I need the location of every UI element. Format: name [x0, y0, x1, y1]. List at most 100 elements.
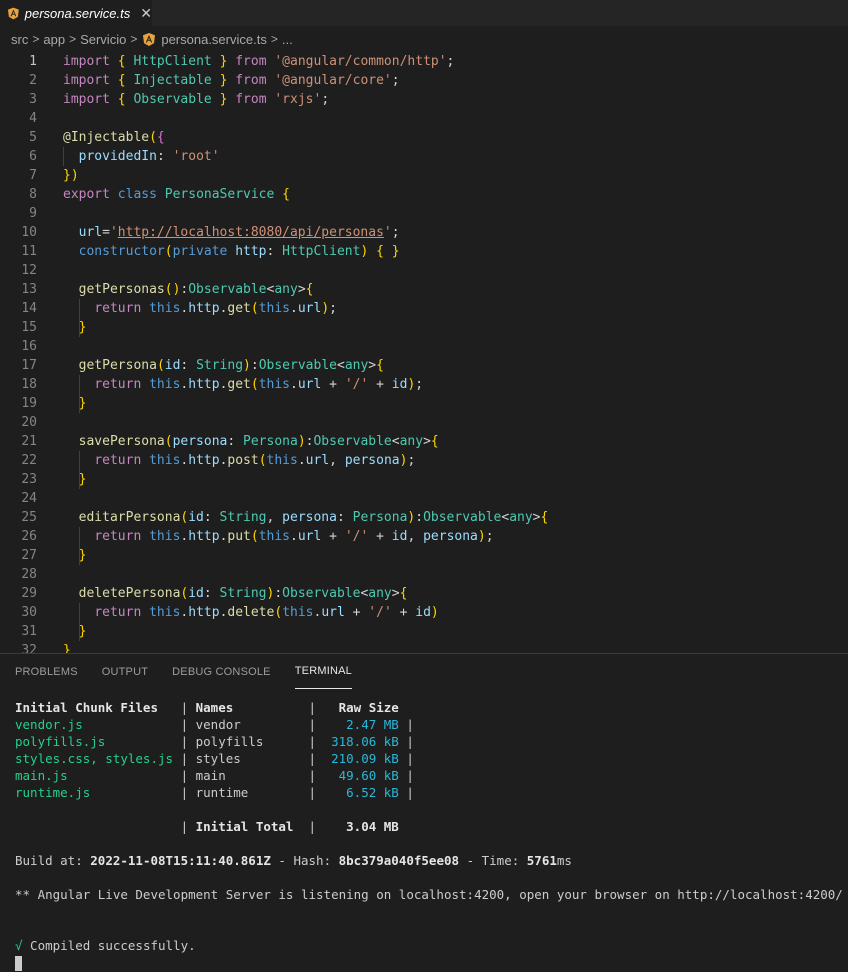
tab-persona-service[interactable]: persona.service.ts ✕	[0, 0, 152, 26]
line-text: return this.http.get(this.url);	[94, 301, 337, 316]
code-line[interactable]: 24	[0, 489, 848, 508]
code-line[interactable]: 14 return this.http.get(this.url);	[0, 299, 848, 318]
line-text: import { Injectable } from '@angular/cor…	[63, 73, 400, 88]
line-text: editarPersona(id: String, persona: Perso…	[78, 510, 549, 525]
terminal-table-header: Initial Chunk Files | Names | Raw Size	[15, 700, 399, 715]
code-line[interactable]: 4	[0, 109, 848, 128]
line-number: 31	[21, 624, 37, 639]
line-text: export class PersonaService {	[63, 187, 290, 202]
line-text: return this.http.put(this.url + '/' + id…	[94, 529, 494, 544]
terminal-table-row: polyfills.js | polyfills | 318.06 kB |	[15, 734, 414, 749]
line-text: return this.http.get(this.url + '/' + id…	[94, 377, 424, 392]
breadcrumb-item-src[interactable]: src	[11, 32, 28, 47]
line-number: 4	[29, 111, 37, 126]
breadcrumb-item-app[interactable]: app	[43, 32, 65, 47]
code-line[interactable]: 3 import { Observable } from 'rxjs';	[0, 90, 848, 109]
line-number: 14	[21, 301, 37, 316]
line-number: 20	[21, 415, 37, 430]
breadcrumb-item-servicio[interactable]: Servicio	[80, 32, 126, 47]
code-line[interactable]: 23 }	[0, 470, 848, 489]
code-line[interactable]: 21 savePersona(persona: Persona):Observa…	[0, 432, 848, 451]
terminal-server-message: ** Angular Live Development Server is li…	[15, 887, 848, 902]
terminal-build-info: Build at: 2022-11-08T15:11:40.861Z - Has…	[15, 853, 572, 868]
line-number: 18	[21, 377, 37, 392]
code-line[interactable]: 15 }	[0, 318, 848, 337]
code-line[interactable]: 11 constructor(private http: HttpClient)…	[0, 242, 848, 261]
line-text: import { Observable } from 'rxjs';	[63, 92, 330, 107]
tab-output[interactable]: OUTPUT	[102, 654, 148, 689]
line-number: 15	[21, 320, 37, 335]
code-line[interactable]: 5 @Injectable({	[0, 128, 848, 147]
code-line[interactable]: 2 import { Injectable } from '@angular/co…	[0, 71, 848, 90]
code-line[interactable]: 6 providedIn: 'root'	[0, 147, 848, 166]
line-text: getPersona(id: String):Observable<any>{	[78, 358, 384, 373]
line-text: providedIn: 'root'	[78, 149, 220, 164]
line-text: }	[78, 624, 87, 639]
code-line[interactable]: 25 editarPersona(id: String, persona: Pe…	[0, 508, 848, 527]
line-number: 3	[29, 92, 37, 107]
line-number: 24	[21, 491, 37, 506]
code-line[interactable]: 18 return this.http.get(this.url + '/' +…	[0, 375, 848, 394]
code-line[interactable]: 28	[0, 565, 848, 584]
line-text: }	[78, 396, 87, 411]
line-text: constructor(private http: HttpClient) { …	[78, 244, 400, 259]
terminal-cursor	[15, 956, 22, 971]
code-line[interactable]: 31 }	[0, 622, 848, 641]
tab-debug-console[interactable]: DEBUG CONSOLE	[172, 654, 271, 689]
line-text: savePersona(persona: Persona):Observable…	[78, 434, 439, 449]
breadcrumb-item-symbols[interactable]: ...	[282, 32, 293, 47]
code-line[interactable]: 32}	[0, 641, 848, 653]
breadcrumb: src > app > Servicio > persona.service.t…	[0, 26, 848, 52]
code-line[interactable]: 12	[0, 261, 848, 280]
chevron-right-icon: >	[69, 32, 77, 46]
bottom-panel: PROBLEMS OUTPUT DEBUG CONSOLE TERMINAL I…	[0, 653, 848, 972]
close-icon[interactable]: ✕	[140, 5, 152, 22]
line-number: 26	[21, 529, 37, 544]
terminal-total-row: | Initial Total | 3.04 MB	[15, 819, 399, 834]
chevron-right-icon: >	[32, 32, 40, 46]
code-line[interactable]: 9	[0, 204, 848, 223]
line-text: deletePersona(id: String):Observable<any…	[78, 586, 408, 601]
line-text: @Injectable({	[63, 130, 165, 145]
code-line[interactable]: 20	[0, 413, 848, 432]
code-line[interactable]: 30 return this.http.delete(this.url + '/…	[0, 603, 848, 622]
code-line[interactable]: 10 url='http://localhost:8080/api/person…	[0, 223, 848, 242]
line-number: 25	[21, 510, 37, 525]
line-number: 30	[21, 605, 37, 620]
code-line[interactable]: 8 export class PersonaService {	[0, 185, 848, 204]
code-line[interactable]: 17 getPersona(id: String):Observable<any…	[0, 356, 848, 375]
code-line[interactable]: 13 getPersonas():Observable<any>{	[0, 280, 848, 299]
line-text: getPersonas():Observable<any>{	[78, 282, 314, 297]
chevron-right-icon: >	[130, 32, 138, 46]
tab-problems[interactable]: PROBLEMS	[15, 654, 78, 689]
code-line[interactable]: 19 }	[0, 394, 848, 413]
code-line[interactable]: 27 }	[0, 546, 848, 565]
line-number: 13	[21, 282, 37, 297]
line-text: }	[78, 548, 87, 563]
line-number: 21	[21, 434, 37, 449]
code-line[interactable]: 16	[0, 337, 848, 356]
line-text: }	[78, 320, 87, 335]
line-text: import { HttpClient } from '@angular/com…	[63, 54, 455, 69]
tab-terminal[interactable]: TERMINAL	[294, 654, 352, 689]
angular-icon	[8, 7, 19, 19]
line-text: return this.http.delete(this.url + '/' +…	[94, 605, 439, 620]
code-line[interactable]: 29 deletePersona(id: String):Observable<…	[0, 584, 848, 603]
terminal-table-row: styles.css, styles.js | styles | 210.09 …	[15, 751, 414, 766]
line-number: 11	[21, 244, 37, 259]
breadcrumb-item-file[interactable]: persona.service.ts	[161, 32, 267, 47]
panel-tabs: PROBLEMS OUTPUT DEBUG CONSOLE TERMINAL	[0, 654, 848, 689]
line-number: 32	[21, 643, 37, 653]
line-number: 27	[21, 548, 37, 563]
code-line[interactable]: 7})	[0, 166, 848, 185]
code-line[interactable]: 1 import { HttpClient } from '@angular/co…	[0, 52, 848, 71]
code-line[interactable]: 26 return this.http.put(this.url + '/' +…	[0, 527, 848, 546]
line-number: 7	[29, 168, 37, 183]
code-editor[interactable]: 1 import { HttpClient } from '@angular/co…	[0, 52, 848, 653]
code-line[interactable]: 22 return this.http.post(this.url, perso…	[0, 451, 848, 470]
terminal-output[interactable]: Initial Chunk Files | Names | Raw Size ve…	[15, 699, 848, 971]
line-number: 5	[29, 130, 37, 145]
